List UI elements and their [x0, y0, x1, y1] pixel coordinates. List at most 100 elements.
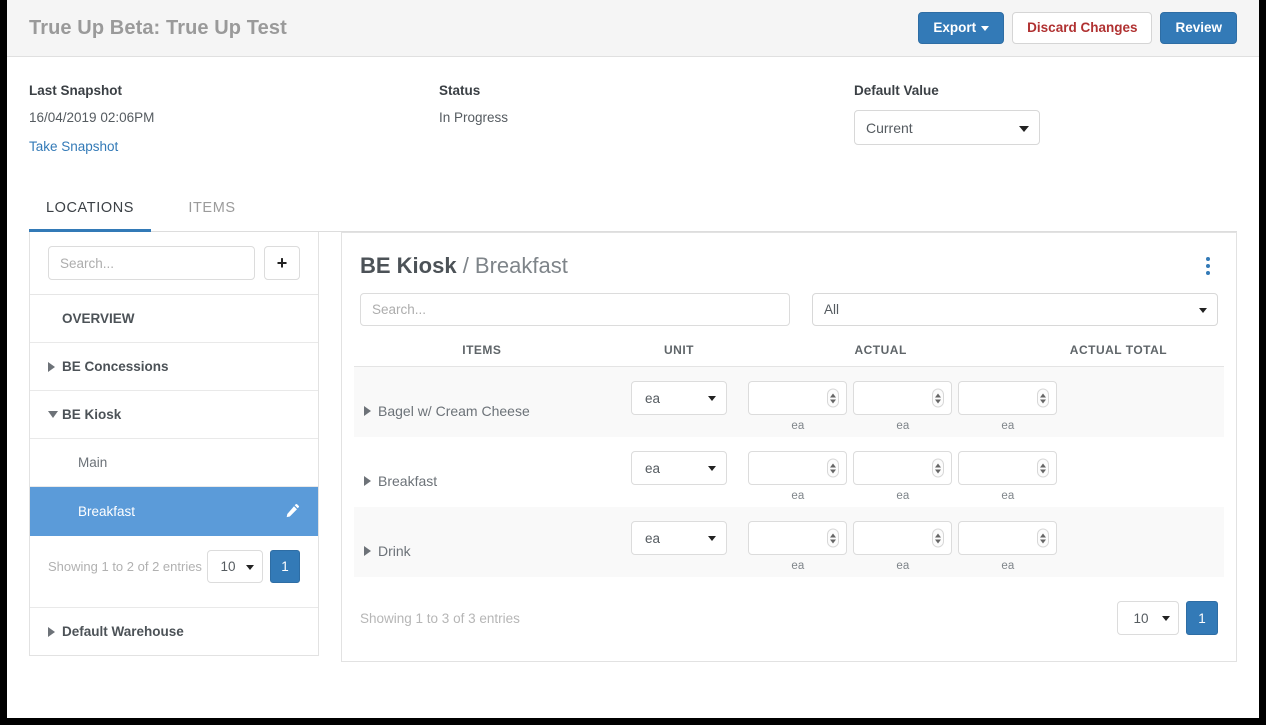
chevron-right-icon[interactable]	[364, 546, 371, 556]
sidebar-item-label: BE Kiosk	[62, 407, 121, 422]
stepper-icon[interactable]	[827, 459, 839, 478]
chevron-down-icon	[708, 536, 716, 541]
header-actions: Export Discard Changes Review	[918, 12, 1237, 44]
page-title: True Up Beta: True Up Test	[29, 17, 918, 40]
uom-label: ea	[748, 490, 847, 502]
actual-number-input[interactable]	[853, 381, 952, 415]
sidebar-item-overview[interactable]: OVERVIEW	[30, 295, 318, 343]
actual-total-number-input[interactable]	[958, 521, 1057, 555]
locations-sidebar: + OVERVIEW BE Concessions BE Kiosk Main …	[29, 232, 319, 656]
unit-select[interactable]: ea	[631, 521, 727, 555]
sidebar-page-1-button[interactable]: 1	[270, 550, 300, 583]
item-name: Drink	[378, 543, 411, 559]
sidebar-page-size-select[interactable]: 10	[207, 550, 263, 583]
sidebar-item-main[interactable]: Main	[30, 439, 318, 487]
uom-label: ea	[958, 560, 1057, 572]
stepper-icon[interactable]	[1037, 529, 1049, 548]
actual-input-group: ea ea	[748, 437, 1224, 502]
items-entries-text: Showing 1 to 3 of 3 entries	[360, 611, 1117, 626]
sidebar-item-be-concessions[interactable]: BE Concessions	[30, 343, 318, 391]
cell-actual-inputs: ea ea	[748, 437, 1224, 507]
discard-changes-button[interactable]: Discard Changes	[1012, 12, 1152, 44]
sidebar-item-label: OVERVIEW	[62, 311, 135, 326]
stepper-icon[interactable]	[1037, 459, 1049, 478]
items-search-input[interactable]	[360, 293, 790, 326]
items-filter-select-wrap: All	[812, 293, 1218, 326]
content-area: + OVERVIEW BE Concessions BE Kiosk Main …	[7, 232, 1259, 662]
export-button[interactable]: Export	[918, 12, 1004, 44]
cell-unit: ea	[610, 437, 749, 507]
items-filter-select[interactable]: All	[812, 293, 1218, 326]
item-name-wrap[interactable]: Breakfast	[354, 437, 610, 507]
column-header-items: ITEMS	[354, 342, 610, 367]
edit-pencil-icon[interactable]	[284, 503, 300, 519]
actual-total-number-input[interactable]	[958, 381, 1057, 415]
actual-input-wrap: ea	[853, 381, 952, 432]
chevron-right-icon	[48, 362, 55, 372]
tab-items[interactable]: ITEMS	[151, 189, 273, 232]
chevron-right-icon[interactable]	[364, 406, 371, 416]
unit-cell-wrap: ea	[610, 437, 749, 485]
items-page-1-button[interactable]: 1	[1186, 601, 1218, 635]
chevron-down-icon	[981, 26, 989, 31]
cell-item-name: Drink	[354, 507, 610, 577]
tab-locations[interactable]: LOCATIONS	[29, 189, 151, 232]
uom-label: ea	[853, 420, 952, 432]
export-button-label: Export	[933, 20, 976, 35]
chevron-down-icon	[1162, 616, 1170, 621]
actual-number-input[interactable]	[853, 521, 952, 555]
uom-label: ea	[853, 560, 952, 572]
column-header-actual: ACTUAL	[748, 342, 1013, 367]
sidebar-item-default-warehouse[interactable]: Default Warehouse	[30, 608, 318, 655]
sidebar-item-be-kiosk[interactable]: BE Kiosk	[30, 391, 318, 439]
uom-label: ea	[748, 560, 847, 572]
unit-value: ea	[645, 391, 660, 406]
item-name-wrap[interactable]: Bagel w/ Cream Cheese	[354, 367, 610, 437]
unit-value: ea	[645, 531, 660, 546]
stepper-icon[interactable]	[827, 389, 839, 408]
actual-number-input[interactable]	[748, 451, 847, 485]
add-location-button[interactable]: +	[264, 246, 300, 280]
item-name: Bagel w/ Cream Cheese	[378, 403, 530, 419]
uom-label: ea	[958, 420, 1057, 432]
stepper-icon[interactable]	[827, 529, 839, 548]
default-value-select[interactable]: Current	[854, 110, 1040, 145]
uom-label: ea	[853, 490, 952, 502]
cell-unit: ea	[610, 507, 749, 577]
actual-total-input-wrap: ea	[958, 451, 1057, 502]
review-button[interactable]: Review	[1160, 12, 1237, 44]
cell-unit: ea	[610, 367, 749, 438]
sidebar-search-row: +	[30, 232, 318, 295]
sidebar-item-breakfast[interactable]: Breakfast	[30, 487, 318, 536]
stepper-icon[interactable]	[932, 389, 944, 408]
item-name-wrap[interactable]: Drink	[354, 507, 610, 577]
chevron-right-icon[interactable]	[364, 476, 371, 486]
unit-select[interactable]: ea	[631, 381, 727, 415]
take-snapshot-link[interactable]: Take Snapshot	[29, 139, 118, 154]
unit-cell-wrap: ea	[610, 367, 749, 415]
actual-total-number-input[interactable]	[958, 451, 1057, 485]
uom-label: ea	[748, 420, 847, 432]
column-header-actual-total: ACTUAL TOTAL	[1013, 342, 1224, 367]
stepper-icon[interactable]	[932, 529, 944, 548]
status-value: In Progress	[439, 110, 854, 125]
table-row: Breakfast ea	[354, 437, 1224, 507]
stepper-icon[interactable]	[1037, 389, 1049, 408]
breadcrumb-location: BE Kiosk	[360, 253, 457, 278]
items-table: ITEMS UNIT ACTUAL ACTUAL TOTAL Bagel w/ …	[354, 342, 1224, 577]
sidebar-item-label: Breakfast	[78, 504, 135, 519]
actual-input-wrap: ea	[748, 381, 847, 432]
sidebar-item-label: BE Concessions	[62, 359, 169, 374]
items-page-size-value: 10	[1133, 611, 1148, 626]
items-page-size-select[interactable]: 10	[1117, 601, 1179, 635]
actual-number-input[interactable]	[748, 521, 847, 555]
chevron-down-icon	[708, 466, 716, 471]
items-table-head: ITEMS UNIT ACTUAL ACTUAL TOTAL	[354, 342, 1224, 367]
kebab-menu-icon[interactable]	[1198, 253, 1218, 275]
panel-breadcrumb: BE Kiosk / Breakfast	[360, 253, 1198, 279]
actual-number-input[interactable]	[748, 381, 847, 415]
stepper-icon[interactable]	[932, 459, 944, 478]
unit-select[interactable]: ea	[631, 451, 727, 485]
actual-number-input[interactable]	[853, 451, 952, 485]
sidebar-search-input[interactable]	[48, 246, 255, 280]
